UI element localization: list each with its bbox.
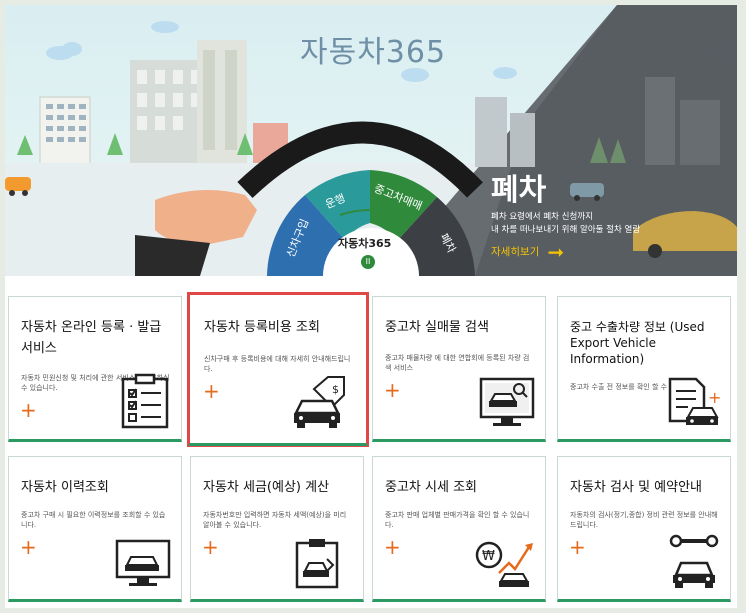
- arrow-right-icon: ➞: [547, 239, 565, 264]
- won-trend-car-icon: ₩: [475, 541, 533, 587]
- card-used-car-listing[interactable]: 중고차 실매물 검색 중고차 매물차량 에 대한 연합회에 등록된 차량 검색 …: [372, 296, 546, 442]
- card-title: 자동차 세금(예상) 계산: [203, 480, 330, 495]
- clipboard-car-icon: [295, 539, 339, 589]
- promo-more-link[interactable]: 자세히보기 ➞: [491, 239, 565, 264]
- wheel-center-logo: 자동차365: [338, 237, 392, 250]
- plus-icon: +: [20, 398, 37, 422]
- card-description: 중고차 구매 시 필요한 이력정보를 조회할 수 있습니다.: [21, 511, 166, 529]
- monitor-car-icon: [115, 539, 171, 586]
- card-online-registration[interactable]: 자동차 온라인 등록 · 발급 서비스 자동차 민원신청 및 처리에 관한 서비…: [8, 296, 182, 442]
- svg-text:₩: ₩: [482, 549, 495, 564]
- car-price-tag-icon: $: [293, 376, 345, 428]
- card-description: 자동차번호만 입력하면 자동차 세액(예상)을 미리 알아볼 수 있습니다.: [203, 511, 347, 529]
- hero-banner: 자동차365 신차구입 운행 중고차매매 폐차 자동차365 II 폐차 폐차 …: [5, 5, 737, 276]
- monitor-car-search-icon: [479, 377, 535, 426]
- page-frame: 자동차365 신차구입 운행 중고차매매 폐차 자동차365 II 폐차 폐차 …: [5, 5, 737, 608]
- plus-icon: +: [384, 535, 401, 559]
- site-title: 자동차365: [300, 35, 447, 70]
- card-vehicle-history[interactable]: 자동차 이력조회 중고차 구매 시 필요한 이력정보를 조회할 수 있습니다. …: [8, 456, 182, 602]
- promo-desc-line2: 내 차를 떠나보내기 위해 알아둘 절차 열람: [491, 225, 641, 235]
- card-title: 자동차 등록비용 조회: [204, 320, 320, 335]
- card-description: 중고차 매물차량 에 대한 연합회에 등록된 차량 검색 서비스: [385, 354, 530, 372]
- card-title: 자동차 검사 및 예약안내: [570, 480, 702, 495]
- card-description: 자동차의 검사(정기,종합) 정비 관련 정보를 안내해드립니다.: [570, 511, 718, 529]
- clipboard-checklist-icon: [121, 373, 169, 429]
- card-registration-cost[interactable]: 자동차 등록비용 조회 신차구매 후 등록비용에 대해 자세히 안내해드립니다.…: [187, 292, 369, 447]
- plus-icon: +: [384, 378, 401, 402]
- promo-description: 폐차 요령에서 폐차 신청까지 내 차를 떠나보내기 위해 알아둘 절차 열람: [491, 211, 640, 237]
- card-export-vehicle-info[interactable]: 중고 수출차량 정보 (Used Export Vehicle Informat…: [557, 296, 731, 442]
- card-title: 자동차 온라인 등록 · 발급 서비스: [21, 320, 162, 356]
- wrench-car-icon: [669, 534, 719, 588]
- plus-icon: +: [202, 535, 219, 559]
- card-title: 중고 수출차량 정보 (Used Export Vehicle Informat…: [570, 320, 705, 366]
- card-used-car-price[interactable]: 중고차 시세 조회 중고차 판매 업체별 판매가격을 확인 할 수 있습니다. …: [372, 456, 546, 602]
- promo-desc-line1: 폐차 요령에서 폐차 신청까지: [491, 212, 593, 222]
- promo-more-label: 자세히보기: [491, 246, 540, 258]
- card-tax-calculator[interactable]: 자동차 세금(예상) 계산 자동차번호만 입력하면 자동차 세액(예상)을 미리…: [190, 456, 364, 602]
- promo-title: 폐차: [491, 173, 547, 208]
- card-title: 중고차 실매물 검색: [385, 320, 489, 335]
- plus-icon: +: [569, 535, 586, 559]
- card-title: 중고차 시세 조회: [385, 480, 477, 495]
- card-description: 신차구매 후 등록비용에 대해 자세히 안내해드립니다.: [204, 355, 351, 373]
- card-inspection-booking[interactable]: 자동차 검사 및 예약안내 자동차의 검사(정기,종합) 정비 관련 정보를 안…: [557, 456, 731, 602]
- plus-icon: +: [203, 379, 220, 403]
- document-car-icon: [668, 377, 719, 425]
- card-description: 중고차 판매 업체별 판매가격을 확인 할 수 있습니다.: [385, 511, 530, 529]
- pause-button[interactable]: II: [361, 255, 375, 269]
- card-title: 자동차 이력조회: [21, 480, 109, 495]
- plus-icon: +: [20, 535, 37, 559]
- svg-text:$: $: [332, 383, 339, 396]
